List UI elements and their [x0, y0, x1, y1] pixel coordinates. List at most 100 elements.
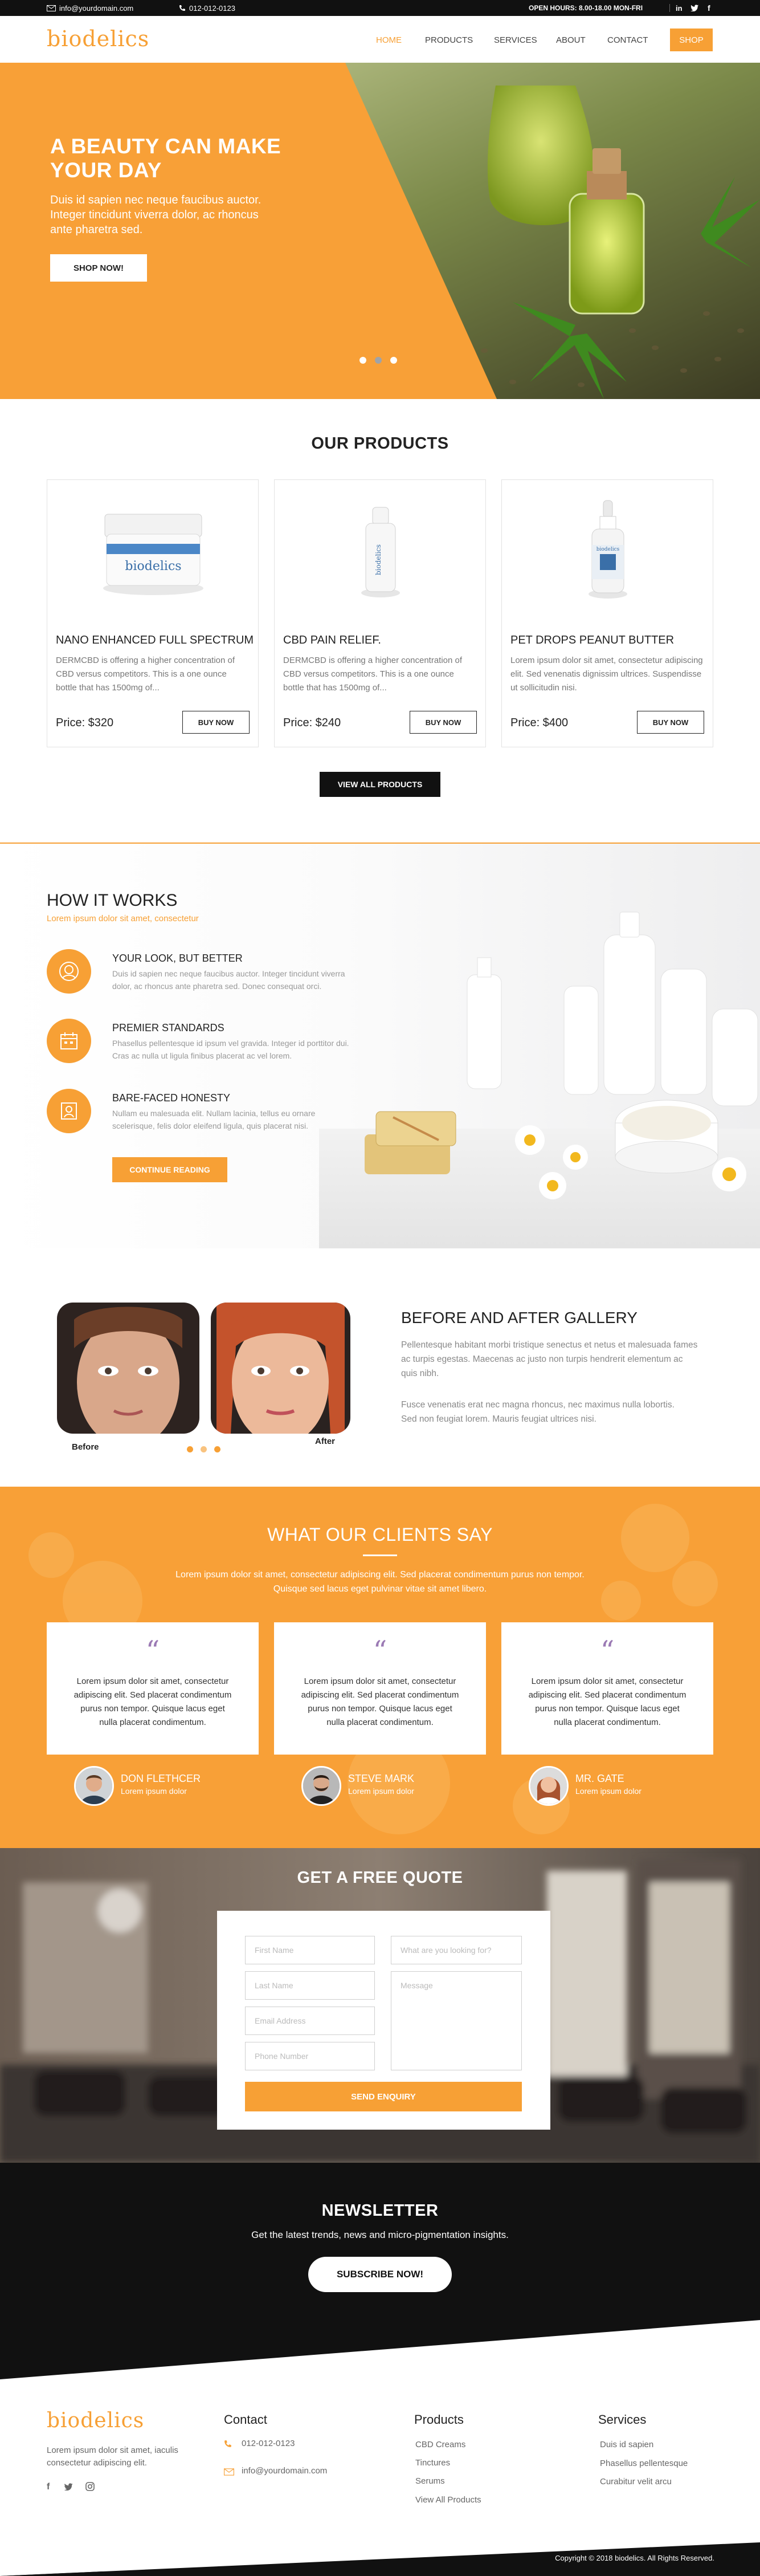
- footer-facebook-icon[interactable]: f: [47, 2482, 50, 2492]
- email-input[interactable]: Email Address: [245, 2007, 375, 2035]
- topbar-email-text: info@yourdomain.com: [59, 3, 134, 13]
- footer-link-cbd-creams[interactable]: CBD Creams: [415, 2440, 465, 2449]
- top-bar: info@yourdomain.com 012-012-0123 OPEN HO…: [0, 0, 760, 16]
- footer-twitter-icon[interactable]: [64, 2483, 73, 2493]
- testimonials-title: WHAT OUR CLIENTS SAY: [267, 1524, 493, 1545]
- footer-about-line: consectetur adipiscing elit.: [47, 2458, 147, 2468]
- nav-services[interactable]: SERVICES: [494, 32, 537, 48]
- testimonial-line: purus non tempor. Quisque lacus eget: [535, 1704, 680, 1714]
- send-enquiry-button[interactable]: SEND ENQUIRY: [245, 2082, 522, 2111]
- gallery-paragraph-1: Pellentesque habitant morbi tristique se…: [401, 1338, 720, 1381]
- avatar: [301, 1766, 341, 1806]
- twitter-icon[interactable]: [690, 0, 698, 16]
- footer-phone-icon: [224, 2440, 232, 2451]
- how-item-desc-line: scelerisque, felis dolor eleifend ligula…: [112, 1121, 308, 1130]
- gallery-dot-2[interactable]: [201, 1446, 207, 1452]
- buy-now-button[interactable]: BUY NOW: [637, 711, 704, 734]
- before-label: Before: [72, 1442, 99, 1452]
- topbar-phone[interactable]: 012-012-0123: [179, 0, 235, 16]
- testimonial-line: nulla placerat condimentum.: [326, 1718, 434, 1727]
- shop-now-button[interactable]: SHOP NOW!: [50, 254, 147, 282]
- before-photo: [57, 1303, 199, 1434]
- topbar-divider: [669, 4, 670, 12]
- how-item-desc-line: Duis id sapien nec neque faucibus auctor…: [112, 969, 345, 978]
- product-name[interactable]: CBD PAIN RELIEF.: [283, 634, 381, 647]
- testimonial-line: Lorem ipsum dolor sit amet, consectetur: [531, 1676, 684, 1686]
- how-item-desc: Duis id sapien nec neque faucibus auctor…: [112, 967, 374, 992]
- footer-link-serums[interactable]: Serums: [415, 2476, 445, 2486]
- footer-contact-title: Contact: [224, 2412, 267, 2427]
- buy-now-button[interactable]: BUY NOW: [182, 711, 250, 734]
- message-textarea[interactable]: Message: [391, 1971, 522, 2070]
- linkedin-icon[interactable]: in: [676, 0, 683, 16]
- footer-email[interactable]: info@yourdomain.com: [242, 2466, 327, 2476]
- buy-now-button[interactable]: BUY NOW: [410, 711, 477, 734]
- gallery-dot-3[interactable]: [214, 1446, 220, 1452]
- gallery-p1-line: Pellentesque habitant morbi tristique se…: [401, 1340, 698, 1350]
- topbar-phone-text: 012-012-0123: [189, 3, 235, 13]
- nav-contact[interactable]: CONTACT: [607, 32, 648, 48]
- gallery-dot-1[interactable]: [187, 1446, 193, 1452]
- shop-button[interactable]: SHOP: [670, 29, 713, 51]
- product-price: Price: $240: [283, 717, 341, 729]
- testimonial-card: “ Lorem ipsum dolor sit amet, consectetu…: [47, 1622, 259, 1755]
- footer-link-tinctures[interactable]: Tinctures: [415, 2458, 450, 2468]
- jar-label-2: biodelics: [374, 544, 382, 575]
- last-name-input[interactable]: Last Name: [245, 1971, 375, 2000]
- quote-title: GET A FREE QUOTE: [297, 1869, 463, 1887]
- testimonial-text: Lorem ipsum dolor sit amet, consectetur a…: [524, 1675, 690, 1729]
- testimonial-line: nulla placerat condimentum.: [99, 1718, 206, 1727]
- product-name[interactable]: PET DROPS PEANUT BUTTER: [510, 634, 674, 647]
- footer-phone[interactable]: 012-012-0123: [242, 2439, 295, 2448]
- footer-link-service[interactable]: Duis id sapien: [600, 2440, 653, 2449]
- slider-dot-2-active[interactable]: [375, 357, 382, 364]
- phone-input[interactable]: Phone Number: [245, 2042, 375, 2070]
- facebook-icon[interactable]: f: [708, 0, 710, 16]
- product-desc: DERMCBD is offering a higher concentrati…: [56, 656, 235, 693]
- hero-text-line3: ante pharetra sed.: [50, 223, 143, 236]
- main-nav: biodelics HOME PRODUCTS SERVICES ABOUT C…: [0, 16, 760, 63]
- nav-products[interactable]: PRODUCTS: [425, 32, 473, 48]
- product-card[interactable]: biodelics PET DROPS PEANUT BUTTER Lorem …: [501, 479, 713, 747]
- nav-about[interactable]: ABOUT: [556, 32, 586, 48]
- gallery-p1-line: quis nibh.: [401, 1369, 439, 1378]
- how-item-desc-line: Cras ac nulla ut ligula finibus placerat…: [112, 1051, 292, 1060]
- hero-title-line2: YOUR DAY: [50, 158, 162, 182]
- portrait-icon: [47, 1089, 91, 1133]
- how-item-desc-line: Nullam eu malesuada elit. Nullam lacinia…: [112, 1109, 316, 1118]
- footer-link-view-all[interactable]: View All Products: [415, 2495, 481, 2505]
- how-item-desc: Phasellus pellentesque id ipsum vel grav…: [112, 1037, 374, 1062]
- product-name[interactable]: NANO ENHANCED FULL SPECTRUM: [56, 634, 254, 647]
- topbar-email[interactable]: info@yourdomain.com: [47, 0, 133, 16]
- footer-products-title: Products: [414, 2412, 464, 2427]
- footer-link-service[interactable]: Phasellus pellentesque: [600, 2459, 688, 2468]
- continue-reading-button[interactable]: CONTINUE READING: [112, 1157, 227, 1182]
- view-all-products-button[interactable]: VIEW ALL PRODUCTS: [320, 772, 440, 797]
- nav-home[interactable]: HOME: [376, 32, 402, 48]
- testimonials-subtitle-line: Lorem ipsum dolor sit amet, consectetur …: [175, 1570, 585, 1580]
- testimonial-text: Lorem ipsum dolor sit amet, consectetur a…: [297, 1675, 463, 1729]
- product-card[interactable]: biodelics CBD PAIN RELIEF. DERMCBD is of…: [274, 479, 486, 747]
- footer-link-service[interactable]: Curabitur velit arcu: [600, 2477, 672, 2487]
- hero-title: A BEAUTY CAN MAKE YOUR DAY: [50, 135, 281, 182]
- footer-about-line: Lorem ipsum dolor sit amet, iaculis: [47, 2445, 178, 2455]
- footer-logo[interactable]: biodelics: [47, 2409, 144, 2432]
- looking-for-input[interactable]: What are you looking for?: [391, 1936, 522, 1964]
- client-name: STEVE MARK: [348, 1773, 415, 1784]
- product-desc: DERMCBD is offering a higher concentrati…: [283, 656, 463, 693]
- product-image-dropper-bottle: biodelics: [589, 500, 627, 599]
- gallery-title: BEFORE AND AFTER GALLERY: [401, 1309, 638, 1326]
- gallery-p2-line: Fusce venenatis erat nec magna rhoncus, …: [401, 1400, 675, 1410]
- footer-instagram-icon[interactable]: [85, 2482, 95, 2494]
- copyright-text: Copyright © 2018 biodelics. All Rights R…: [555, 2554, 714, 2562]
- quote-icon: “: [600, 1635, 615, 1667]
- slider-dot-1[interactable]: [359, 357, 366, 364]
- testimonial-card: “ Lorem ipsum dolor sit amet, consectetu…: [274, 1622, 486, 1755]
- subscribe-now-button[interactable]: SUBSCRIBE NOW!: [308, 2257, 452, 2292]
- site-logo[interactable]: biodelics: [47, 26, 149, 51]
- first-name-input[interactable]: First Name: [245, 1936, 375, 1964]
- hero-text-line2: Integer tincidunt viverra dolor, ac rhon…: [50, 209, 259, 221]
- slider-dot-3[interactable]: [390, 357, 397, 364]
- hero-title-line1: A BEAUTY CAN MAKE: [50, 135, 281, 158]
- product-card[interactable]: biodelics NANO ENHANCED FULL SPECTRUM DE…: [47, 479, 259, 747]
